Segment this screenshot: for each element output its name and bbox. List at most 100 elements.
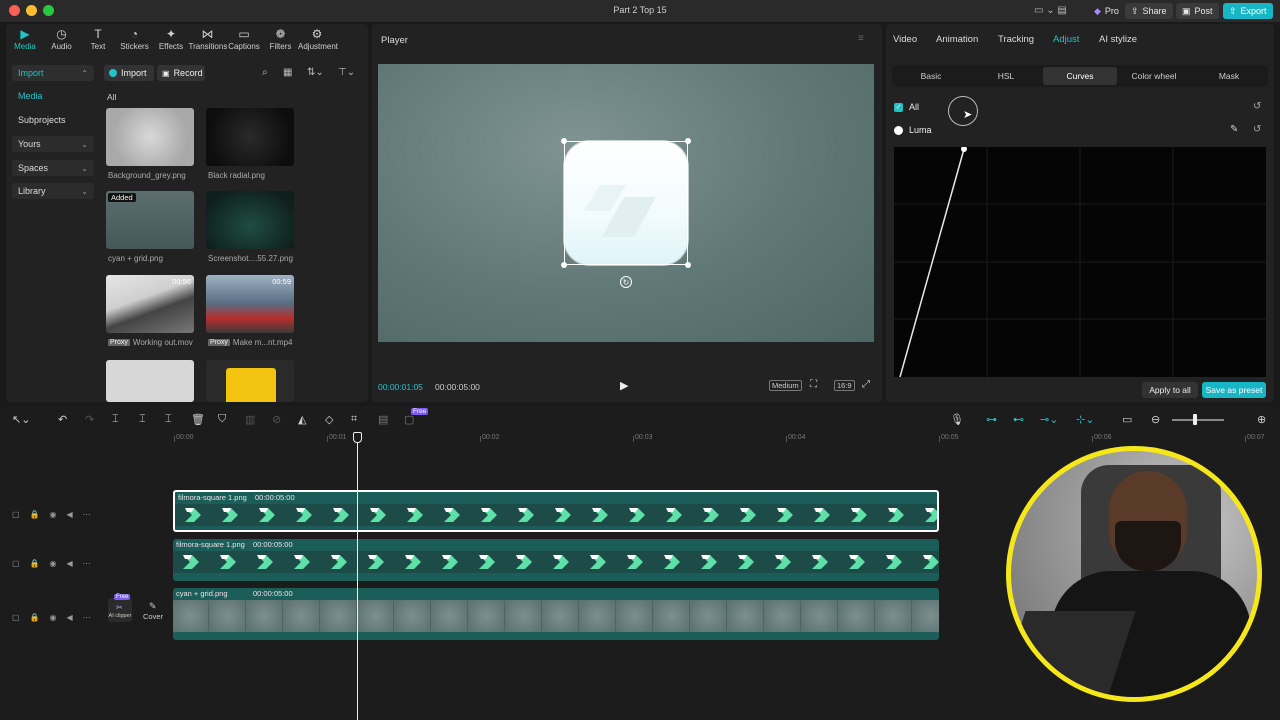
microphone-icon[interactable]: 🎙 xyxy=(950,413,964,426)
more-icon[interactable]: ⋯ xyxy=(83,613,91,622)
speaker-icon[interactable]: ◀ xyxy=(67,510,73,519)
zoom-slider-thumb[interactable] xyxy=(1193,414,1197,425)
crop-icon[interactable]: ⌗ xyxy=(351,413,357,426)
toolbar-adjustment-button[interactable]: ⚙ Adjustment xyxy=(298,28,338,52)
media-thumbnail[interactable]: 00:59 xyxy=(206,275,294,333)
layout-icon[interactable]: ▭ ⌄ ▤ xyxy=(1034,5,1067,16)
import-button[interactable]: Import xyxy=(104,65,154,81)
more-icon[interactable]: ⋯ xyxy=(83,510,91,519)
subtab-color-wheel[interactable]: Color wheel xyxy=(1117,67,1191,85)
apply-to-all-button[interactable]: Apply to all xyxy=(1142,382,1198,398)
split-icon[interactable]: ⌶ xyxy=(112,413,119,426)
resize-handle-tr[interactable] xyxy=(685,138,691,144)
timeline-clip[interactable]: cyan + grid.png 00:00:05:00 xyxy=(173,588,939,640)
tab-animation[interactable]: Animation xyxy=(936,34,978,45)
monitor-icon[interactable]: ▭ xyxy=(1122,413,1132,426)
rotate-icon[interactable]: ◇ xyxy=(325,413,333,426)
preview-canvas[interactable]: ↻ xyxy=(378,64,874,342)
expand-icon[interactable]: ⤢ xyxy=(862,379,870,390)
undo-icon[interactable]: ↶ xyxy=(58,413,67,426)
subtab-curves[interactable]: Curves xyxy=(1043,67,1117,85)
speaker-icon[interactable]: ◀ xyxy=(67,559,73,568)
sidebar-item-subprojects[interactable]: Subprojects xyxy=(12,112,94,128)
ai-tool-icon[interactable]: ▤ xyxy=(378,413,388,426)
mirror-icon[interactable]: ◭ xyxy=(298,413,306,426)
playhead[interactable] xyxy=(357,436,358,720)
select-tool-icon[interactable]: ↖⌄ xyxy=(12,413,30,426)
lock-icon[interactable]: 🔒 xyxy=(30,559,40,568)
zoom-slider[interactable] xyxy=(1172,419,1224,421)
fullscreen-crop-icon[interactable]: ⛶ xyxy=(810,379,817,390)
subtab-basic[interactable]: Basic xyxy=(894,67,968,85)
save-preset-button[interactable]: Save as preset xyxy=(1202,382,1266,398)
eyedropper-icon[interactable]: ✎ xyxy=(1230,124,1238,135)
filter-all-tab[interactable]: All xyxy=(107,92,116,102)
resize-handle-br[interactable] xyxy=(685,262,691,268)
toolbar-filters-button[interactable]: ❁ Filters xyxy=(262,28,300,52)
timeline-clip[interactable]: filmora-square 1.png 00:00:05:00 xyxy=(173,490,939,532)
sidebar-item-media[interactable]: Media xyxy=(12,88,94,104)
resize-handle-tl[interactable] xyxy=(561,138,567,144)
marker-icon[interactable]: ⛉ xyxy=(218,413,226,426)
toolbar-captions-button[interactable]: ▭ Captions xyxy=(225,28,263,52)
filter-icon[interactable]: ⊤⌄ xyxy=(338,67,355,78)
eye-icon[interactable]: ◉ xyxy=(50,559,57,568)
media-thumbnail[interactable]: 00:56 xyxy=(106,275,194,333)
split-left-icon[interactable]: ⌶ xyxy=(139,413,146,426)
selection-box[interactable] xyxy=(564,141,688,265)
curves-graph[interactable] xyxy=(894,146,1266,378)
toolbar-stickers-button[interactable]: ◔ Stickers xyxy=(116,28,154,52)
media-thumbnail[interactable]: Added xyxy=(106,191,194,249)
cover-button[interactable]: ✎ Cover xyxy=(140,598,166,622)
ai-clipper-button[interactable]: Free ✂ AI clipper xyxy=(108,594,132,622)
timeline-clip[interactable]: filmora-square 1.png 00:00:05:00 xyxy=(173,539,939,581)
delete-icon[interactable]: 🗑 xyxy=(191,413,205,426)
pro-badge[interactable]: ◆ Pro xyxy=(1088,3,1125,19)
eye-icon[interactable]: ◉ xyxy=(50,510,57,519)
tab-tracking[interactable]: Tracking xyxy=(998,34,1034,45)
sidebar-item-library[interactable]: Library ⌄ xyxy=(12,183,94,199)
export-button[interactable]: ⇧ Export xyxy=(1223,3,1273,19)
more-icon[interactable]: ⋯ xyxy=(83,559,91,568)
speaker-icon[interactable]: ◀ xyxy=(67,613,73,622)
sort-icon[interactable]: ⇅⌄ xyxy=(307,67,324,78)
eye-icon[interactable]: ◉ xyxy=(50,613,57,622)
playhead-handle[interactable] xyxy=(353,432,362,443)
media-thumbnail[interactable] xyxy=(106,360,194,402)
post-button[interactable]: ▣ Post xyxy=(1176,3,1219,19)
track-toggle-icon[interactable]: ▢ xyxy=(12,510,20,519)
luma-radio[interactable] xyxy=(894,126,903,135)
tab-ai-stylize[interactable]: AI stylize xyxy=(1099,34,1137,45)
grid-view-icon[interactable]: ▦ xyxy=(283,67,292,78)
subtab-hsl[interactable]: HSL xyxy=(969,67,1043,85)
lock-icon[interactable]: 🔒 xyxy=(30,510,40,519)
magnet-icon[interactable]: ⊷ xyxy=(1013,413,1024,426)
track-toggle-icon[interactable]: ▢ xyxy=(12,559,20,568)
tab-video[interactable]: Video xyxy=(893,34,917,45)
toolbar-effects-button[interactable]: ✦ Effects xyxy=(152,28,190,52)
subtab-mask[interactable]: Mask xyxy=(1192,67,1266,85)
zoom-in-icon[interactable]: ⊕ xyxy=(1257,413,1266,426)
resize-handle-bl[interactable] xyxy=(561,262,567,268)
media-thumbnail[interactable] xyxy=(206,191,294,249)
media-thumbnail[interactable] xyxy=(206,360,294,402)
sidebar-item-yours[interactable]: Yours ⌄ xyxy=(12,136,94,152)
sidebar-item-spaces[interactable]: Spaces ⌄ xyxy=(12,160,94,176)
share-button[interactable]: ⇪ Share xyxy=(1125,3,1173,19)
reset-all-icon[interactable]: ↺ xyxy=(1253,101,1261,112)
toolbar-text-button[interactable]: T Text xyxy=(79,28,117,52)
media-thumbnail[interactable] xyxy=(206,108,294,166)
reset-luma-icon[interactable]: ↺ xyxy=(1253,124,1261,135)
reverse-icon[interactable]: ⊘ xyxy=(272,413,281,426)
toolbar-audio-button[interactable]: ◷ Audio xyxy=(43,28,81,52)
split-right-icon[interactable]: ⌶ xyxy=(165,413,172,426)
preview-axis-icon[interactable]: ⊸⌄ xyxy=(1040,413,1058,426)
sidebar-item-import[interactable]: Import ⌃ xyxy=(12,65,94,81)
play-icon[interactable]: ▶ xyxy=(620,379,628,392)
zoom-out-icon[interactable]: ⊖ xyxy=(1151,413,1160,426)
redo-icon[interactable]: ↷ xyxy=(85,413,94,426)
search-icon[interactable]: ⌕ xyxy=(262,67,268,78)
menu-icon[interactable]: ≡ xyxy=(858,33,864,44)
rotate-handle-icon[interactable]: ↻ xyxy=(620,276,632,288)
lock-icon[interactable]: 🔒 xyxy=(30,613,40,622)
